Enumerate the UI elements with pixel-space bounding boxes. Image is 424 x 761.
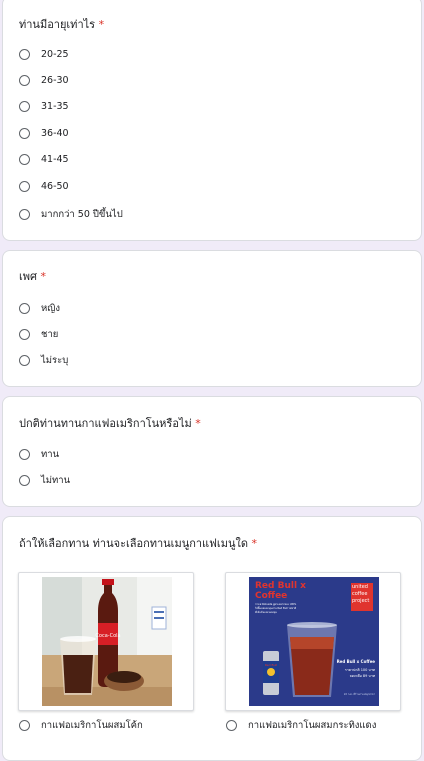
question-title-age: ท่านมีอายุเท่าไร * <box>19 15 104 33</box>
required-asterisk: * <box>195 417 201 430</box>
coffee-glass-illustration <box>263 622 337 697</box>
question-title-drink: ปกติท่านทานกาแฟอเมริกาโนหรือไม่ * <box>19 414 201 432</box>
radio-button[interactable] <box>19 49 30 60</box>
poster-promo: ลดเหลือ 89 บาท <box>349 674 375 678</box>
option-label: 31-35 <box>41 101 69 112</box>
radio-option-menu-0[interactable]: กาแฟอเมริกาโนผสมโค้ก <box>19 718 143 733</box>
option-label: 46-50 <box>41 181 69 192</box>
poster-product-name: Red Bull x Coffee <box>336 659 375 664</box>
radio-button[interactable] <box>19 181 30 192</box>
radio-button[interactable] <box>19 128 30 139</box>
question-card-age: ท่านมีอายุเท่าไร * 20-25 26-30 31-35 36-… <box>2 0 422 241</box>
radio-button[interactable] <box>19 209 30 220</box>
question-card-drink: ปกติท่านทานกาแฟอเมริกาโนหรือไม่ * ทาน ไม… <box>2 396 422 507</box>
radio-option-drink-0[interactable]: ทาน <box>19 447 59 462</box>
radio-option-gender-0[interactable]: หญิง <box>19 301 60 316</box>
poster-footer: 22 ก.ค. ที่ร้านกาแฟทุกสาขา <box>343 693 375 696</box>
radio-option-menu-1[interactable]: กาแฟอเมริกาโนผสมกระทิงแดง <box>226 718 376 733</box>
question-title-text: ท่านมีอายุเท่าไร <box>19 18 96 31</box>
redbull-coffee-ad: Red Bull x Coffee กาแฟ Robusta สูตรเฉพาะ… <box>249 577 379 706</box>
required-asterisk: * <box>40 270 47 283</box>
question-title-text: ปกติท่านทานกาแฟอเมริกาโนหรือไม่ <box>19 417 192 430</box>
radio-button[interactable] <box>19 475 30 486</box>
radio-button[interactable] <box>19 355 30 366</box>
option-label: 20-25 <box>41 49 69 60</box>
radio-option-age-2[interactable]: 31-35 <box>19 101 69 112</box>
question-title-text: เพศ <box>19 270 37 283</box>
radio-button[interactable] <box>19 101 30 112</box>
option-label: 26-30 <box>41 75 69 86</box>
option-image-frame-coke[interactable]: Coca-Cola <box>18 572 194 711</box>
radio-button[interactable] <box>226 720 237 731</box>
coke-americano-photo: Coca-Cola <box>42 577 172 706</box>
question-card-gender: เพศ * หญิง ชาย ไม่ระบุ <box>2 250 422 387</box>
required-asterisk: * <box>251 537 257 550</box>
radio-button[interactable] <box>19 720 30 731</box>
radio-option-age-1[interactable]: 26-30 <box>19 75 69 86</box>
radio-option-gender-2[interactable]: ไม่ระบุ <box>19 353 68 368</box>
radio-button[interactable] <box>19 449 30 460</box>
radio-option-age-5[interactable]: 46-50 <box>19 181 69 192</box>
radio-button[interactable] <box>19 329 30 340</box>
radio-option-age-4[interactable]: 41-45 <box>19 154 69 165</box>
option-label: ไม่ทาน <box>41 475 71 486</box>
option-label: 36-40 <box>41 128 69 139</box>
option-label: ไม่ระบุ <box>41 355 69 366</box>
option-label: กาแฟอเมริกาโนผสมกระทิงแดง <box>248 720 377 731</box>
can-label: Red Bull <box>264 663 278 667</box>
option-label: ทาน <box>41 449 60 460</box>
question-title-menu: ถ้าให้เลือกทาน ท่านจะเลือกทานเมนูกาแฟเมน… <box>19 534 257 552</box>
question-title-gender: เพศ * <box>19 267 46 285</box>
option-label: ชาย <box>41 329 59 340</box>
radio-option-drink-1[interactable]: ไม่ทาน <box>19 473 70 488</box>
option-label: มากกว่า 50 ปีขึ้นไป <box>41 209 123 220</box>
option-label: หญิง <box>41 303 60 314</box>
radio-option-age-6[interactable]: มากกว่า 50 ปีขึ้นไป <box>19 207 123 222</box>
svg-text:Coca-Cola: Coca-Cola <box>95 633 120 639</box>
radio-button[interactable] <box>19 303 30 314</box>
required-asterisk: * <box>98 18 105 31</box>
radio-option-age-3[interactable]: 36-40 <box>19 128 69 139</box>
radio-option-gender-1[interactable]: ชาย <box>19 327 58 342</box>
radio-button[interactable] <box>19 154 30 165</box>
option-label: กาแฟอเมริกาโนผสมโค้ก <box>41 720 143 731</box>
radio-option-age-0[interactable]: 20-25 <box>19 49 69 60</box>
question-title-text: ถ้าให้เลือกทาน ท่านจะเลือกทานเมนูกาแฟเมน… <box>19 537 248 550</box>
option-label: 41-45 <box>41 154 69 165</box>
radio-button[interactable] <box>19 75 30 86</box>
question-card-menu: ถ้าให้เลือกทาน ท่านจะเลือกทานเมนูกาแฟเมน… <box>2 516 422 761</box>
option-image-frame-redbull[interactable]: Red Bull x Coffee กาแฟ Robusta สูตรเฉพาะ… <box>225 572 401 711</box>
